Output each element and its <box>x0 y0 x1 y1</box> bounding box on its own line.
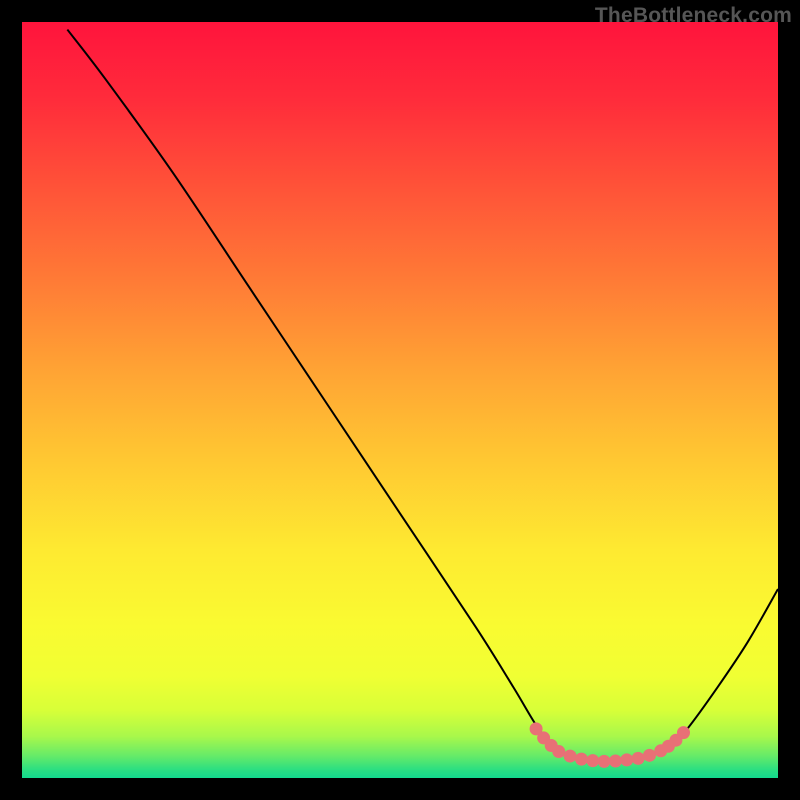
optimal-dot <box>598 755 611 768</box>
gradient-background <box>22 22 778 778</box>
optimal-dot <box>552 745 565 758</box>
optimal-dot <box>609 754 622 767</box>
optimal-dot <box>586 754 599 767</box>
optimal-dot <box>564 750 577 763</box>
plot-area <box>22 22 778 778</box>
optimal-dot <box>575 753 588 766</box>
optimal-dot <box>677 726 690 739</box>
optimal-dot <box>620 753 633 766</box>
chart-container: TheBottleneck.com <box>0 0 800 800</box>
chart-svg <box>22 22 778 778</box>
optimal-dot <box>643 749 656 762</box>
optimal-dot <box>632 752 645 765</box>
